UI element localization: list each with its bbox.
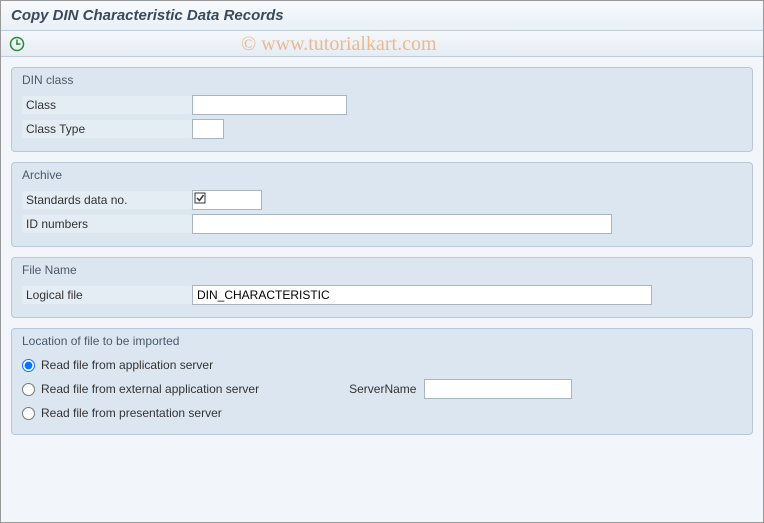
page-title: Copy DIN Characteristic Data Records — [1, 1, 763, 31]
group-location: Location of file to be imported Read fil… — [11, 328, 753, 435]
class-input[interactable] — [192, 95, 347, 115]
group-filename: File Name Logical file — [11, 257, 753, 318]
group-din-class: DIN class Class Class Type — [11, 67, 753, 152]
group-archive: Archive Standards data no. ID numbers — [11, 162, 753, 247]
content-area: DIN class Class Class Type Archive Stand… — [1, 57, 763, 455]
id-numbers-input[interactable] — [192, 214, 612, 234]
group-title-filename: File Name — [12, 258, 752, 283]
logical-file-input[interactable] — [192, 285, 652, 305]
logical-file-label: Logical file — [22, 286, 192, 304]
id-numbers-label: ID numbers — [22, 215, 192, 233]
class-type-input[interactable] — [192, 119, 224, 139]
standards-data-check-wrap — [192, 190, 262, 210]
radio-ext-server-input[interactable] — [22, 383, 35, 396]
radio-ext-server-label: Read file from external application serv… — [41, 382, 259, 396]
execute-icon[interactable] — [9, 36, 25, 52]
radio-pres-server-input[interactable] — [22, 407, 35, 420]
group-title-archive: Archive — [12, 163, 752, 188]
group-title-din-class: DIN class — [12, 68, 752, 93]
server-name-input[interactable] — [424, 379, 572, 399]
radio-ext-server[interactable]: Read file from external application serv… — [22, 382, 259, 396]
radio-app-server-label: Read file from application server — [41, 358, 213, 372]
toolbar — [1, 31, 763, 57]
class-type-label: Class Type — [22, 120, 192, 138]
standards-data-label: Standards data no. — [22, 191, 192, 209]
class-label: Class — [22, 96, 192, 114]
radio-app-server[interactable]: Read file from application server — [22, 358, 213, 372]
group-title-location: Location of file to be imported — [12, 329, 752, 354]
radio-pres-server-label: Read file from presentation server — [41, 406, 222, 420]
standards-data-input[interactable] — [192, 190, 262, 210]
radio-pres-server[interactable]: Read file from presentation server — [22, 406, 222, 420]
server-name-label: ServerName — [349, 382, 416, 396]
radio-app-server-input[interactable] — [22, 359, 35, 372]
